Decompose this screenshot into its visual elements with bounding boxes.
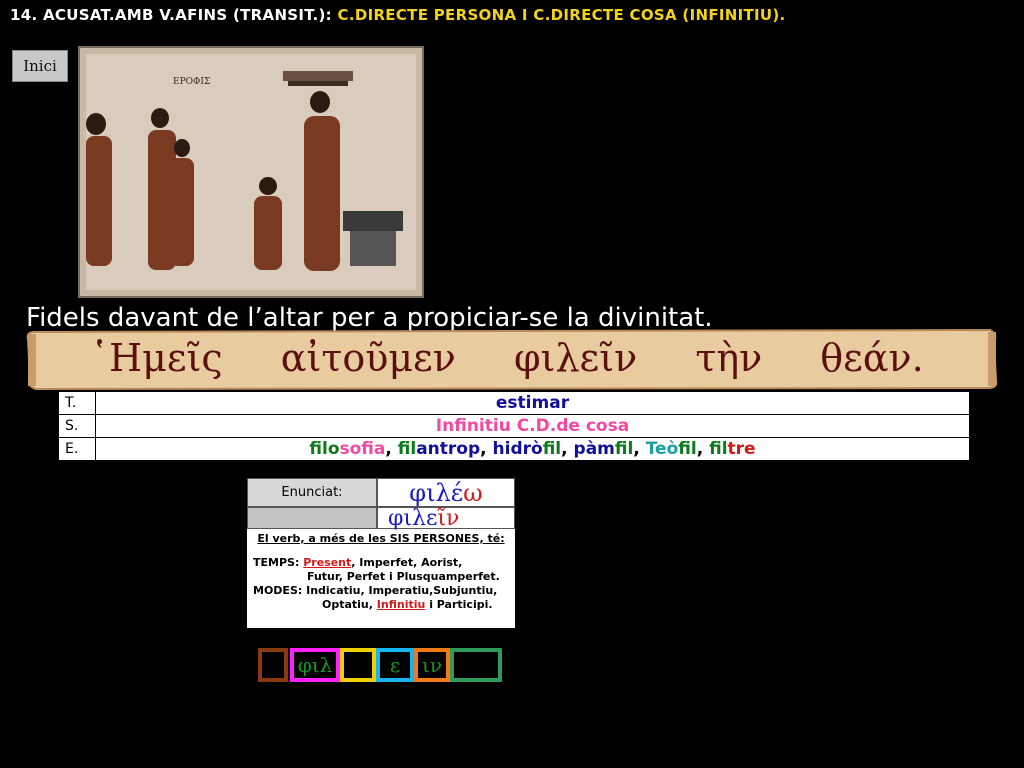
translation-value: estimar: [95, 391, 970, 415]
tse-table: T. estimar S. Infinitiu C.D.de cosa E. f…: [58, 391, 970, 461]
greek-word: φιλεῖν: [513, 336, 638, 380]
table-row: S. Infinitiu C.D.de cosa: [58, 414, 970, 438]
syntax-value: Infinitiu C.D.de cosa: [95, 414, 970, 438]
etymology-segment: ,: [696, 439, 710, 459]
etymology-segment: ,: [561, 439, 574, 459]
greek-word: ῾Ημεῖς: [90, 336, 223, 380]
modes-line-2: Optatiu, Infinitiu i Participi.: [322, 598, 493, 611]
enunciat-value: φιλέ ω: [377, 478, 515, 507]
temps-line-2: Futur, Perfet i Plusquamperfet.: [307, 570, 500, 583]
etymology-segment: fil: [397, 439, 417, 459]
vase-painting-image: ΕΡΟΦΙΣ: [78, 46, 424, 298]
etymology-segment: Teò: [645, 439, 679, 459]
etymology-segment: sofia: [339, 439, 386, 459]
verb-notes: El verb, a més de les SIS PERSONES, té: …: [247, 532, 515, 612]
etymology-segment: fil: [542, 439, 562, 459]
row-key-t: T.: [58, 391, 96, 415]
greek-word: αἰτοῦμεν: [280, 336, 456, 380]
etymology-value: filosofia, filantrop, hidròfil, pàmfil, …: [95, 437, 970, 461]
infinitive-value: φιλε ῖν: [377, 505, 515, 531]
modes-infinitiu: Infinitiu: [376, 598, 426, 611]
enunciat-label: Enunciat:: [247, 478, 377, 507]
infinitive-stem: φιλε: [388, 505, 438, 531]
morph-box-vowel: ε: [376, 648, 414, 682]
row-key-s: S.: [58, 414, 96, 438]
slide-title: 14. ACUSAT.AMB V.AFINS (TRANSIT.): C.DIR…: [10, 6, 786, 24]
etymology-segment: antrop: [416, 439, 481, 459]
morph-box-6: [450, 648, 502, 682]
modes-line-1: MODES: Indicatiu, Imperatiu,Subjuntiu,: [253, 584, 498, 597]
svg-text:ΕΡΟΦΙΣ: ΕΡΟΦΙΣ: [173, 77, 210, 87]
temps-present: Present: [303, 556, 352, 569]
etymology-segment: hidrò: [492, 439, 543, 459]
infinitive-ending: ῖν: [437, 505, 460, 531]
etymology-segment: filo: [309, 439, 340, 459]
etymology-segment: ,: [385, 439, 398, 459]
enunciat-panel: Enunciat: φιλέ ω φιλε ῖν El verb, a més de…: [247, 478, 515, 628]
morph-box-1: [258, 648, 288, 682]
etymology-segment: pàm: [573, 439, 615, 459]
inici-button[interactable]: Inici: [12, 50, 68, 82]
greek-word: θεάν.: [820, 336, 924, 380]
table-row: T. estimar: [58, 391, 970, 415]
temps-line-1: TEMPS: Present, Imperfet, Aorist,: [253, 556, 463, 569]
notes-title: El verb, a més de les SIS PERSONES, té:: [257, 532, 505, 545]
table-row: E. filosofia, filantrop, hidròfil, pàmfi…: [58, 437, 970, 461]
morph-box-stem: φιλ: [290, 648, 340, 682]
enunciat-stem: φιλέ: [409, 478, 464, 507]
etymology-segment: fil: [614, 439, 634, 459]
etymology-segment: fil: [709, 439, 728, 459]
greek-sentence: ῾Ημεῖς αἰτοῦμεν φιλεῖν τὴν θεάν.: [90, 336, 970, 380]
etymology-segment: fil: [678, 439, 697, 459]
row-key-e: E.: [58, 437, 96, 461]
morph-box-3: [340, 648, 376, 682]
etymology-segment: ,: [633, 439, 646, 459]
etymology-segment: ,: [480, 439, 493, 459]
title-part-1: ACUSAT.AMB V.AFINS (TRANSIT.):: [43, 6, 332, 24]
etymology-segment: tre: [727, 439, 756, 459]
morph-box-ending: ιν: [414, 648, 450, 682]
infinitive-label-blank: [247, 507, 377, 529]
enunciat-ending: ω: [463, 478, 483, 507]
title-number: 14.: [10, 6, 38, 24]
title-part-2: C.DIRECTE PERSONA I C.DIRECTE COSA (INFI…: [337, 6, 786, 24]
greek-word: τὴν: [695, 336, 763, 380]
